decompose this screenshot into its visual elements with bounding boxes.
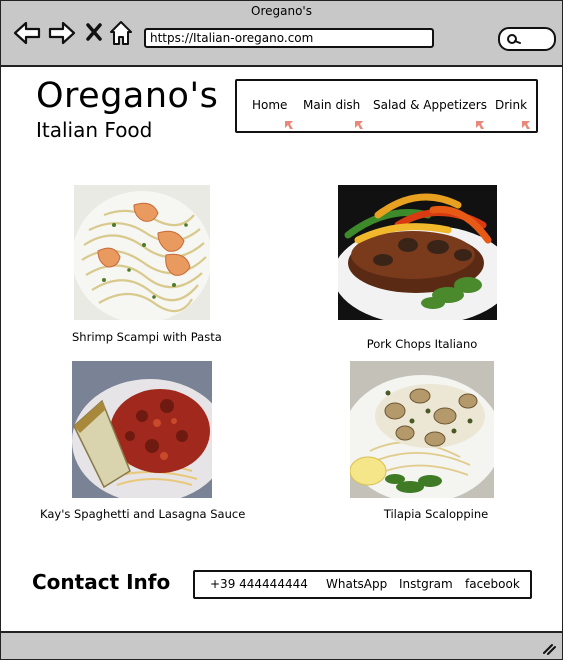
contact-whatsapp[interactable]: WhatsApp [326,577,387,591]
dish-name-spaghetti[interactable]: Kay's Spaghetti and Lasagna Sauce [40,507,245,521]
close-icon[interactable] [85,22,103,46]
link-cursor-icon [355,121,363,129]
main-nav: Home Main dish Salad & Appetizers Drink [235,79,538,133]
nav-item-main-dish[interactable]: Main dish [303,98,360,112]
link-cursor-icon [522,121,530,129]
dish-photo-pork-chops[interactable] [338,185,497,320]
link-cursor-icon [285,121,293,129]
contact-instagram[interactable]: Instgram [399,577,453,591]
link-cursor-icon [476,121,484,129]
search-field[interactable] [498,27,556,51]
search-icon [507,34,521,44]
dish-name-shrimp-scampi[interactable]: Shrimp Scampi with Pasta [72,330,222,344]
nav-item-salad-appetizers[interactable]: Salad & Appetizers [373,98,487,112]
home-icon[interactable] [109,20,133,50]
dish-photo-spaghetti[interactable] [72,361,212,498]
contact-phone[interactable]: +39 444444444 [210,577,308,591]
forward-arrow-icon[interactable] [48,20,76,50]
site-tagline: Italian Food [36,118,153,142]
back-arrow-icon[interactable] [13,20,41,50]
contact-facebook[interactable]: facebook [465,577,520,591]
window-title: Oregano's [251,4,312,18]
dish-name-tilapia[interactable]: Tilapia Scaloppine [350,507,522,521]
dish-name-pork-chops[interactable]: Pork Chops Italiano [338,337,506,351]
dish-photo-shrimp-scampi[interactable] [74,185,210,320]
dish-photo-tilapia[interactable] [350,361,494,498]
status-bar [0,631,563,660]
address-bar[interactable]: https://Italian-oregano.com [144,28,434,48]
resize-grip-icon[interactable] [542,643,556,655]
nav-item-home[interactable]: Home [252,98,287,112]
nav-item-drink[interactable]: Drink [495,98,527,112]
contact-bar: +39 444444444 WhatsApp Instgram facebook [193,570,532,599]
site-logo[interactable]: Oregano's [36,76,218,116]
browser-toolbar: Oregano's https://Italian-oregano.com [0,0,563,67]
contact-title: Contact Info [32,570,171,594]
